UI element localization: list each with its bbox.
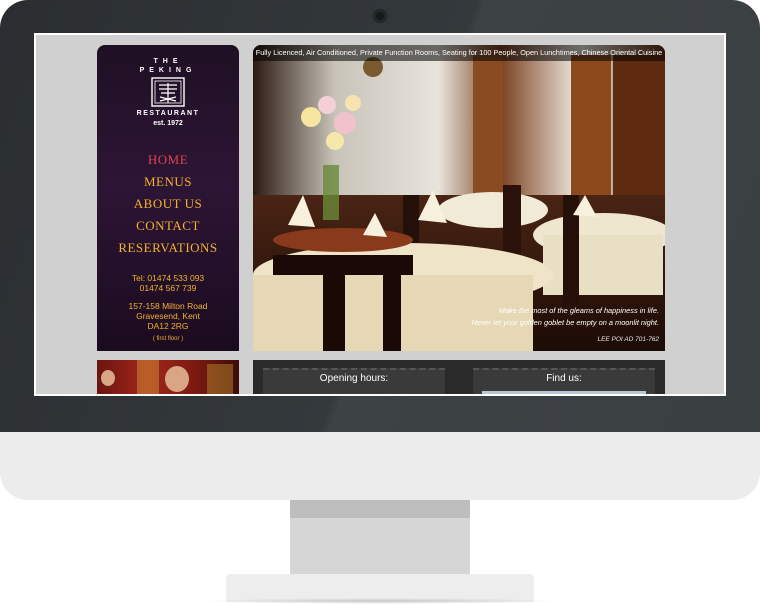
nav-item-contact[interactable]: Contact <box>97 215 239 237</box>
logo-line-the: THE <box>153 58 183 65</box>
address-floor: ( first floor ) <box>152 336 184 342</box>
opening-hours-title: Opening hours: <box>319 373 389 384</box>
staff-photo <box>97 360 239 394</box>
features-banner: Fully Licenced, Air Conditioned, Private… <box>253 45 665 61</box>
nav-item-menus[interactable]: Menus <box>97 171 239 193</box>
nav-item-home[interactable]: Home <box>97 149 239 171</box>
location-map[interactable] <box>482 391 646 394</box>
sidebar: THE PEKING RESTAURANT est. 1972 Home Men… <box>97 45 239 351</box>
nav-item-reservations[interactable]: Reservations <box>97 237 239 259</box>
stand-neck-shadow <box>290 500 470 518</box>
quote-author: LEE POI AD 701-762 <box>597 336 659 343</box>
camera-icon <box>373 9 387 23</box>
restaurant-logo[interactable]: THE PEKING RESTAURANT est. 1972 <box>97 57 239 129</box>
logo-established: est. 1972 <box>153 120 183 127</box>
find-us-title: Find us: <box>546 373 582 384</box>
hero-image: Fully Licenced, Air Conditioned, Private… <box>253 45 665 351</box>
find-us-box: Find us: <box>473 368 655 394</box>
main-nav: Home Menus About Us Contact Reservations <box>97 149 239 259</box>
website-page: THE PEKING RESTAURANT est. 1972 Home Men… <box>36 35 724 394</box>
stand-shadow <box>206 598 554 604</box>
logo-line-restaurant: RESTAURANT <box>136 110 200 117</box>
logo-line-peking: PEKING <box>139 67 197 74</box>
address-line-3: DA12 2RG <box>147 321 189 331</box>
opening-hours-box: Opening hours: <box>263 368 445 394</box>
seal-icon <box>151 77 185 107</box>
nav-item-about-us[interactable]: About Us <box>97 193 239 215</box>
quote-line-1: Make the most of the gleams of happiness… <box>498 306 659 315</box>
address-line-1: 157-158 Milton Road <box>128 301 208 311</box>
hero-quote: Make the most of the gleams of happiness… <box>409 305 659 329</box>
stand-neck <box>290 518 470 574</box>
phone-1[interactable]: Tel: 01474 533 093 <box>97 273 239 283</box>
phone-2[interactable]: 01474 567 739 <box>97 283 239 293</box>
address-line-2: Gravesend, Kent <box>136 311 200 321</box>
monitor-chin <box>0 432 760 500</box>
quote-line-2: Never let your golden goblet be empty on… <box>471 318 659 327</box>
monitor-screen: THE PEKING RESTAURANT est. 1972 Home Men… <box>34 33 726 396</box>
info-panel: Opening hours: Find us: <box>253 360 665 394</box>
contact-details: Tel: 01474 533 093 01474 567 739 157-158… <box>97 273 239 344</box>
